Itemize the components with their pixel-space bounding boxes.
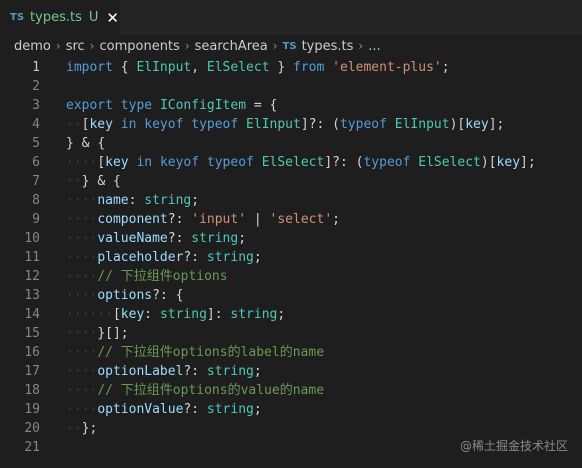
typescript-file-icon: TS <box>282 40 297 52</box>
close-icon[interactable]: ✕ <box>106 9 119 27</box>
code-text: ····[key in keyof typeof ElSelect]?: (ty… <box>66 155 536 170</box>
code-text: ····// 下拉组件options <box>66 269 228 284</box>
chevron-right-icon: › <box>89 39 95 53</box>
chevron-right-icon: › <box>272 39 278 53</box>
chevron-right-icon: › <box>184 39 190 53</box>
code-line[interactable]: 18 ····// 下拉组件options的value的name <box>0 381 582 400</box>
code-editor[interactable]: 1 import { ElInput, ElSelect } from 'elem… <box>0 58 582 457</box>
chevron-right-icon: › <box>55 39 61 53</box>
untracked-status-badge: U <box>88 10 99 25</box>
breadcrumb: demo › src › components › searchArea › T… <box>0 35 582 57</box>
code-text: ····valueName?: string; <box>66 231 247 246</box>
line-number: 1 <box>32 60 40 75</box>
typescript-file-icon: TS <box>10 12 25 23</box>
tab-title: types.ts <box>30 10 82 25</box>
line-number: 17 <box>24 364 40 379</box>
line-number: 3 <box>32 98 40 113</box>
code-text: ··} & { <box>66 174 121 189</box>
code-text: ··}; <box>66 421 98 436</box>
code-line[interactable]: 8 ····name: string; <box>0 191 582 210</box>
code-text: ····// 下拉组件options的value的name <box>66 383 325 398</box>
code-line[interactable]: 16 ····// 下拉组件options的label的name <box>0 343 582 362</box>
line-number: 14 <box>24 307 40 322</box>
code-line[interactable]: 12 ····// 下拉组件options <box>0 267 582 286</box>
line-number: 9 <box>32 212 40 227</box>
line-number: 2 <box>32 79 40 94</box>
code-line[interactable]: 10 ····valueName?: string; <box>0 229 582 248</box>
line-number: 20 <box>24 421 40 436</box>
line-number: 12 <box>24 269 40 284</box>
code-line[interactable]: 11 ····placeholder?: string; <box>0 248 582 267</box>
line-number: 11 <box>24 250 40 265</box>
line-number: 10 <box>24 231 40 246</box>
code-line[interactable]: 2 <box>0 77 582 96</box>
code-line[interactable]: 9 ····component?: 'input' | 'select'; <box>0 210 582 229</box>
code-line[interactable]: 19 ····optionValue?: string; <box>0 400 582 419</box>
code-text: } & { <box>66 136 106 151</box>
code-text: ····placeholder?: string; <box>66 250 262 265</box>
code-line[interactable]: 14 ······[key: string]: string; <box>0 305 582 324</box>
line-number: 8 <box>32 193 40 208</box>
breadcrumb-src[interactable]: src <box>66 39 85 54</box>
watermark: @稀土掘金技术社区 <box>459 439 568 453</box>
line-number: 18 <box>24 383 40 398</box>
breadcrumb-file[interactable]: types.ts <box>302 39 354 54</box>
breadcrumb-more[interactable]: ... <box>368 39 380 54</box>
code-line[interactable]: 15 ····}[]; <box>0 324 582 343</box>
line-number: 6 <box>32 155 40 170</box>
code-text: ····optionValue?: string; <box>66 402 262 417</box>
line-number: 15 <box>24 326 40 341</box>
line-number: 21 <box>24 440 40 455</box>
code-text: export type IConfigItem = { <box>66 98 278 113</box>
breadcrumb-searcharea[interactable]: searchArea <box>195 39 268 54</box>
code-line[interactable]: 13 ····options?: { <box>0 286 582 305</box>
code-text: ····name: string; <box>66 193 200 208</box>
tab-types-ts[interactable]: TS types.ts U ✕ <box>0 0 120 35</box>
code-line[interactable]: 7 ··} & { <box>0 172 582 191</box>
code-text: ····options?: { <box>66 288 184 303</box>
line-number: 5 <box>32 136 40 151</box>
code-text: ····component?: 'input' | 'select'; <box>66 212 340 227</box>
code-line[interactable]: 17 ····optionLabel?: string; <box>0 362 582 381</box>
code-line[interactable]: 3 export type IConfigItem = { <box>0 96 582 115</box>
code-line[interactable]: 1 import { ElInput, ElSelect } from 'elem… <box>0 58 582 77</box>
code-line[interactable]: 4 ··[key in keyof typeof ElInput]?: (type… <box>0 115 582 134</box>
code-text: ··[key in keyof typeof ElInput]?: (typeo… <box>66 117 505 132</box>
chevron-right-icon: › <box>358 39 364 53</box>
line-number: 19 <box>24 402 40 417</box>
code-line[interactable]: 5 } & { <box>0 134 582 153</box>
code-line[interactable]: 20 ··}; <box>0 419 582 438</box>
line-number: 7 <box>32 174 40 189</box>
line-number: 4 <box>32 117 40 132</box>
code-line[interactable]: 6 ····[key in keyof typeof ElSelect]?: (t… <box>0 153 582 172</box>
code-text: ····}[]; <box>66 326 129 341</box>
editor-tab-bar: TS types.ts U ✕ <box>0 0 582 35</box>
code-text: ······[key: string]: string; <box>66 307 286 322</box>
breadcrumb-components[interactable]: components <box>99 39 179 54</box>
line-number: 16 <box>24 345 40 360</box>
line-number: 13 <box>24 288 40 303</box>
code-text: ····// 下拉组件options的label的name <box>66 345 325 360</box>
code-text: import { ElInput, ElSelect } from 'eleme… <box>66 60 450 75</box>
code-text: ····optionLabel?: string; <box>66 364 262 379</box>
breadcrumb-demo[interactable]: demo <box>14 39 51 54</box>
